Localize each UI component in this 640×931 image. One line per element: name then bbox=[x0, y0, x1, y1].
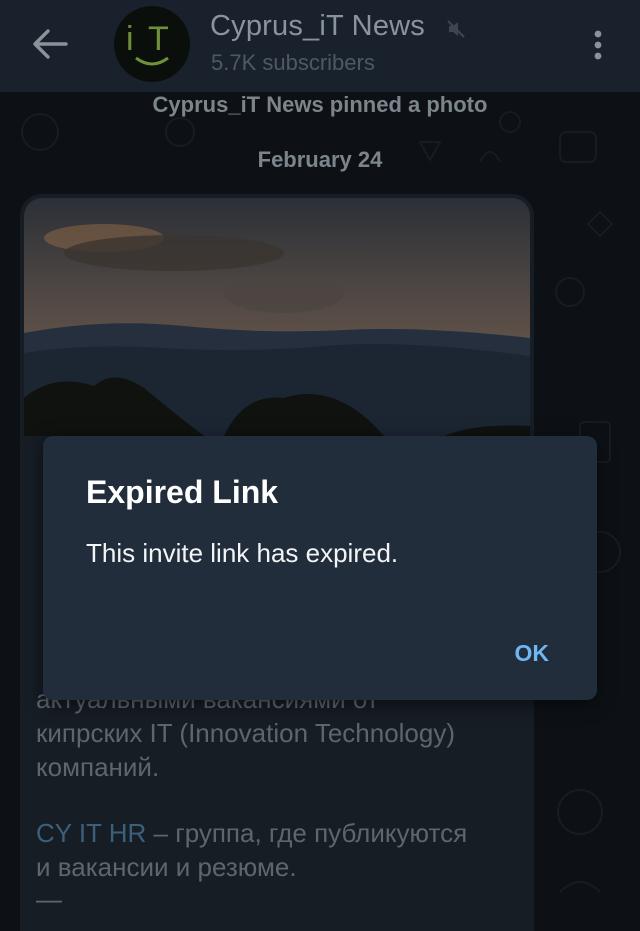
ok-button[interactable]: OK bbox=[509, 638, 556, 669]
dialog-message: This invite link has expired. bbox=[86, 538, 399, 568]
expired-link-dialog: Expired Link This invite link has expire… bbox=[43, 436, 597, 700]
dialog-title: Expired Link bbox=[86, 474, 279, 510]
